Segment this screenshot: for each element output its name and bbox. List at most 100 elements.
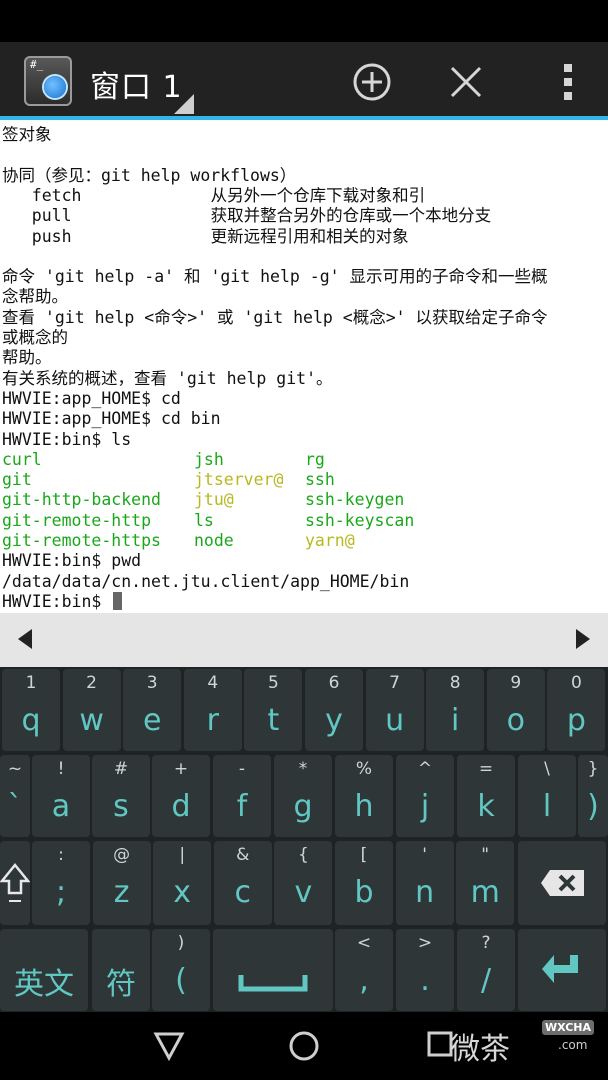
terminal-app-icon[interactable]: #_ — [24, 56, 72, 106]
terminal-output[interactable]: 签对象 协同（参见：git help workflows） fetch 从另外一个… — [0, 120, 608, 613]
key-period[interactable]: >. — [396, 929, 454, 1011]
terminal-line: 或概念的 — [2, 328, 68, 348]
terminal-line: pull 获取并整合另外的仓库或一个本地分支 — [2, 206, 491, 226]
back-icon[interactable] — [152, 1030, 186, 1062]
key-j[interactable]: ^ j — [396, 755, 454, 837]
key-alt-label: \ — [544, 759, 550, 779]
key-k[interactable]: = k — [457, 755, 515, 837]
key-c[interactable]: & c — [213, 841, 272, 925]
key-main-label: q — [21, 703, 41, 738]
key-alt-label: 4 — [207, 673, 219, 693]
key-alt-label: + — [173, 759, 189, 779]
key-x[interactable]: | x — [153, 841, 212, 925]
terminal-line: 帮助。 — [2, 348, 52, 368]
key-v[interactable]: {v — [274, 841, 333, 925]
key-p[interactable]: 0p — [547, 669, 606, 751]
ls-entry: jtserver@ — [194, 470, 284, 490]
shift-key[interactable] — [0, 841, 30, 925]
terminal-line-text: 协同（参见：git help workflows） — [2, 165, 297, 185]
key-`[interactable]: ~ ` — [0, 755, 30, 837]
key-alt-label: " — [481, 845, 490, 865]
key-q[interactable]: 1q — [2, 669, 60, 751]
key-main-label: u — [385, 703, 405, 738]
soft-keyboard: 1 q 2 w 3 e 4 r 5 t 6 y 7 u 8 i 9 o 0 p ~ `! a # s + d - f * g% h ^ j = k \ l… — [0, 667, 608, 1012]
key-z[interactable]: @ z — [92, 841, 151, 925]
key-alt-label: 6 — [328, 673, 340, 693]
key-slash[interactable]: ? / — [457, 929, 515, 1011]
key-main-label: ` — [7, 789, 23, 824]
overflow-menu-icon[interactable] — [548, 62, 588, 102]
key-main-label: t — [267, 703, 280, 738]
key-main-label: e — [142, 703, 162, 738]
key-alt-label: % — [355, 759, 373, 779]
key-i[interactable]: 8i — [426, 669, 485, 751]
key-h[interactable]: % h — [335, 755, 393, 837]
window-title[interactable]: 窗口 1 — [90, 62, 183, 106]
watermark: 微茶 WXCHA .com — [426, 1016, 606, 1072]
key-alt-label: } — [587, 759, 599, 779]
terminal-line-text: pull 获取并整合另外的仓库或一个本地分支 — [2, 206, 492, 226]
key-f[interactable]: -f — [213, 755, 271, 837]
add-window-button[interactable] — [352, 62, 392, 102]
key-t[interactable]: 5t — [244, 669, 303, 751]
terminal-line-text: HWVIE:app_HOME$ cd — [2, 388, 181, 408]
terminal-line: push 更新远程引用和相关的对象 — [2, 227, 409, 247]
status-bar — [0, 0, 608, 42]
key-comma[interactable]: <, — [335, 929, 393, 1011]
close-window-button[interactable] — [446, 62, 486, 102]
language-key[interactable]: 英文 — [0, 929, 88, 1011]
key-e[interactable]: 3e — [123, 669, 182, 751]
enter-icon — [542, 955, 578, 983]
home-icon[interactable] — [288, 1030, 320, 1062]
key-alt-label: 5 — [267, 673, 279, 693]
key-main-label: . — [420, 963, 430, 998]
key-b[interactable]: [b — [335, 841, 393, 925]
backspace-key[interactable] — [518, 841, 606, 925]
key-alt-label: : — [58, 845, 64, 865]
key-s[interactable]: # s — [92, 755, 150, 837]
key-main-label: / — [480, 963, 492, 998]
window-dropdown-icon[interactable] — [174, 94, 194, 114]
scroll-strip[interactable] — [0, 613, 608, 667]
key-;[interactable]: :; — [32, 841, 90, 925]
key-main-label: g — [293, 789, 313, 824]
terminal-line-text: 或概念的 — [2, 328, 68, 347]
key-)[interactable]: }) — [578, 755, 608, 837]
key-paren[interactable]: )( — [152, 929, 210, 1011]
space-key[interactable] — [213, 929, 333, 1011]
text-cursor — [113, 591, 123, 610]
key-alt-label: - — [238, 759, 246, 779]
key-n[interactable]: ' n — [395, 841, 454, 925]
key-y[interactable]: 6y — [305, 669, 363, 751]
key-a[interactable]: ! a — [32, 755, 90, 837]
key-main-label: ) — [587, 789, 599, 824]
key-w[interactable]: 2w — [62, 669, 121, 751]
scroll-left-icon[interactable] — [18, 629, 32, 649]
ls-entry: node — [194, 531, 234, 550]
ls-entry: git-remote-https — [2, 531, 161, 550]
ls-entry: jsh — [194, 449, 224, 469]
terminal-line: 念帮助。 — [2, 287, 68, 307]
key-main-label: j — [420, 789, 430, 824]
terminal-line: HWVIE:bin$ — [2, 591, 123, 612]
key-main-label: p — [566, 703, 586, 738]
key-m[interactable]: " m — [456, 841, 515, 925]
key-g[interactable]: * g — [274, 755, 332, 837]
key-l[interactable]: \ l — [518, 755, 576, 837]
key-main-label: b — [354, 875, 374, 910]
ls-entry: ssh-keygen — [305, 490, 405, 510]
key-r[interactable]: 4r — [183, 669, 242, 751]
terminal-line: /data/data/cn.net.jtu.client/app_HOME/bi… — [2, 572, 409, 592]
key-d[interactable]: + d — [152, 755, 210, 837]
key-o[interactable]: 9o — [486, 669, 545, 751]
symbol-key[interactable]: 符 — [92, 929, 150, 1011]
scroll-right-icon[interactable] — [576, 629, 590, 649]
key-main-label: z — [113, 875, 130, 910]
key-alt-label: 3 — [146, 673, 158, 693]
enter-key[interactable] — [518, 929, 606, 1011]
backspace-icon — [541, 870, 584, 896]
terminal-line: 协同（参见：git help workflows） — [2, 166, 296, 186]
key-u[interactable]: 7u — [365, 669, 424, 751]
terminal-line-text: 命令 'git help -a' 和 'git help -g' 显示可用的子命… — [2, 267, 548, 287]
key-main-label: d — [171, 789, 191, 824]
